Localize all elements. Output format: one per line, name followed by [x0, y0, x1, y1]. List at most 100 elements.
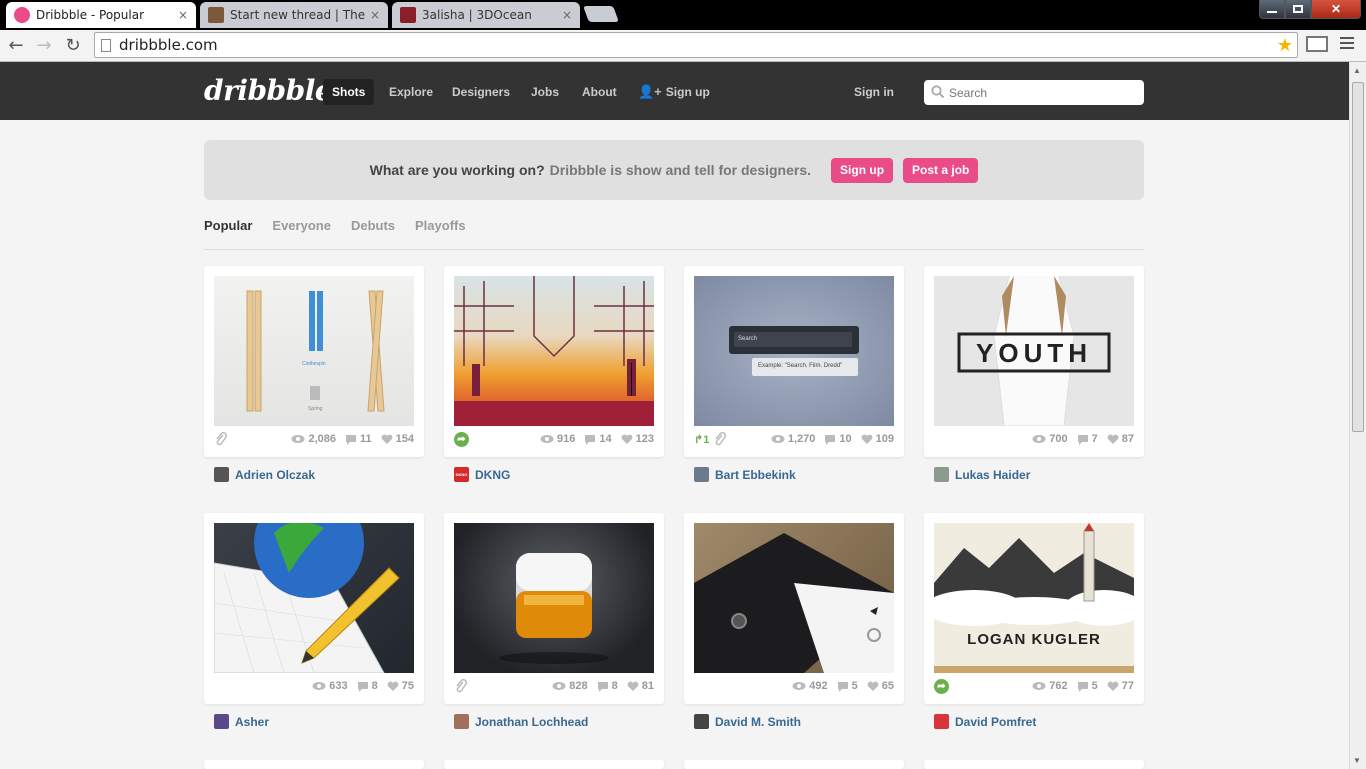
forward-arrow-icon: →: [36, 34, 52, 56]
maximize-button[interactable]: [1285, 0, 1311, 19]
shot-thumbnail[interactable]: Search Example: "Search. Film. Dredd": [694, 276, 894, 426]
shot-card[interactable]: 828 8 81: [444, 513, 664, 704]
nav-jobs[interactable]: Jobs: [522, 79, 568, 105]
sign-in-link[interactable]: Sign in: [845, 79, 903, 105]
tab-title: 3alisha | 3DOcean: [422, 8, 532, 22]
player-name: DKNG: [475, 467, 511, 482]
shot-thumbnail[interactable]: [454, 523, 654, 673]
shot-card[interactable]: [924, 760, 1144, 769]
player-link[interactable]: Jonathan Lochhead: [454, 714, 588, 729]
views-count: 492: [809, 680, 828, 692]
filter-popular[interactable]: Popular: [204, 218, 252, 233]
shot-stats: 762 5 77: [1023, 680, 1134, 692]
whisky-glass-icon: [499, 553, 609, 664]
close-tab-icon[interactable]: ×: [370, 8, 380, 22]
player-link[interactable]: Adrien Olczak: [214, 467, 315, 482]
shot-thumbnail[interactable]: [694, 523, 894, 673]
heart-icon[interactable]: [627, 681, 639, 692]
paperclip-icon[interactable]: [214, 432, 228, 446]
gmail-extension-icon[interactable]: [1306, 36, 1328, 52]
likes-count: 65: [881, 680, 894, 692]
comments-count: 14: [599, 433, 612, 445]
comment-bubble-icon: [825, 434, 836, 445]
tab-dribbble[interactable]: Dribbble - Popular ×: [6, 2, 196, 28]
menu-icon[interactable]: [1340, 37, 1354, 49]
rebound-icon[interactable]: ➦: [934, 679, 949, 694]
comment-bubble-icon: [597, 681, 608, 692]
player-link[interactable]: David Pomfret: [934, 714, 1036, 729]
close-tab-icon[interactable]: ×: [178, 8, 188, 22]
scrollbar-thumb[interactable]: [1352, 82, 1364, 432]
player-name: Jonathan Lochhead: [475, 714, 589, 729]
search-box-mock: Search: [729, 326, 859, 354]
shot-thumbnail[interactable]: Clothespin Spring: [214, 276, 414, 426]
shot-card[interactable]: [444, 760, 664, 769]
player-link[interactable]: DKNG DKNG: [454, 467, 510, 482]
scroll-up-icon[interactable]: ▲: [1353, 66, 1361, 75]
player-link[interactable]: David M. Smith: [694, 714, 801, 729]
heart-icon[interactable]: [381, 434, 393, 445]
bookmark-star-icon[interactable]: ★: [1277, 35, 1293, 56]
shot-thumbnail[interactable]: YOUTH: [934, 276, 1134, 426]
dribbble-logo[interactable]: dribbble: [204, 74, 333, 107]
search-input[interactable]: [924, 80, 1144, 105]
heart-icon[interactable]: [621, 434, 633, 445]
tab-themeforest[interactable]: Start new thread | ThemeFo ×: [200, 2, 388, 28]
paperclip-icon[interactable]: [454, 679, 468, 693]
heart-icon[interactable]: [861, 434, 873, 445]
shot-stats: 700 7 87: [1023, 433, 1134, 445]
tab-3docean[interactable]: 3alisha | 3DOcean ×: [392, 2, 580, 28]
paperclip-icon[interactable]: [713, 432, 727, 446]
shot-card[interactable]: 492 5 65: [684, 513, 904, 704]
nav-explore[interactable]: Explore: [380, 79, 442, 105]
address-bar[interactable]: dribbble.com ★: [94, 32, 1298, 58]
back-button[interactable]: ←: [5, 34, 27, 56]
nav-sign-up[interactable]: 👤+ Sign up: [629, 79, 719, 105]
scroll-down-icon[interactable]: ▼: [1353, 756, 1361, 765]
heart-icon[interactable]: [1107, 434, 1119, 445]
nav-designers[interactable]: Designers: [443, 79, 519, 105]
shot-card[interactable]: [684, 760, 904, 769]
3docean-favicon-icon: [400, 7, 416, 23]
shot-thumbnail[interactable]: LOGAN KUGLER: [934, 523, 1134, 673]
rebound-icon[interactable]: ➦: [454, 432, 469, 447]
shot-card[interactable]: Clothespin Spring 2,086 11 154: [204, 266, 424, 457]
avatar: [934, 714, 949, 729]
views-eye-icon: [1032, 682, 1046, 690]
page-scrollbar[interactable]: ▲ ▼: [1349, 62, 1366, 769]
player-link[interactable]: Asher: [214, 714, 269, 729]
rebound-count[interactable]: ↱1: [694, 433, 709, 446]
player-link[interactable]: Lukas Haider: [934, 467, 1030, 482]
likes-count: 123: [635, 433, 654, 445]
views-count: 1,270: [787, 433, 816, 445]
close-window-button[interactable]: ✕: [1311, 0, 1361, 19]
shot-card[interactable]: 633 8 75: [204, 513, 424, 704]
banner-signup-button[interactable]: Sign up: [831, 157, 894, 183]
filter-everyone[interactable]: Everyone: [272, 218, 331, 233]
heart-icon[interactable]: [1107, 681, 1119, 692]
shot-card[interactable]: LOGAN KUGLER ➦ 762 5 77: [924, 513, 1144, 704]
tab-title: Start new thread | ThemeFo: [230, 8, 366, 22]
shot-card[interactable]: YOUTH 700 7 87: [924, 266, 1144, 457]
nav-shots[interactable]: Shots: [323, 79, 375, 105]
shot-card[interactable]: [204, 760, 424, 769]
shot-thumbnail[interactable]: [214, 523, 414, 673]
close-tab-icon[interactable]: ×: [562, 8, 572, 22]
shot-thumbnail[interactable]: [454, 276, 654, 426]
shot-card[interactable]: ➦ 916 14 123: [444, 266, 664, 457]
business-cards-photo: [694, 533, 894, 673]
player-name: Asher: [235, 714, 270, 729]
reload-button[interactable]: ↻: [62, 34, 84, 56]
post-job-button[interactable]: Post a job: [903, 157, 979, 183]
minimize-button[interactable]: [1259, 0, 1285, 19]
filter-playoffs[interactable]: Playoffs: [415, 218, 466, 233]
heart-icon[interactable]: [387, 681, 399, 692]
player-link[interactable]: Bart Ebbekink: [694, 467, 796, 482]
heart-icon[interactable]: [867, 681, 879, 692]
forward-button[interactable]: →: [33, 34, 55, 56]
search-example-text: Example: "Search. Film. Dredd": [752, 358, 858, 376]
new-tab-button[interactable]: [583, 6, 619, 22]
nav-about[interactable]: About: [573, 79, 626, 105]
filter-debuts[interactable]: Debuts: [351, 218, 395, 233]
shot-card[interactable]: Search Example: "Search. Film. Dredd" ↱1…: [684, 266, 904, 457]
